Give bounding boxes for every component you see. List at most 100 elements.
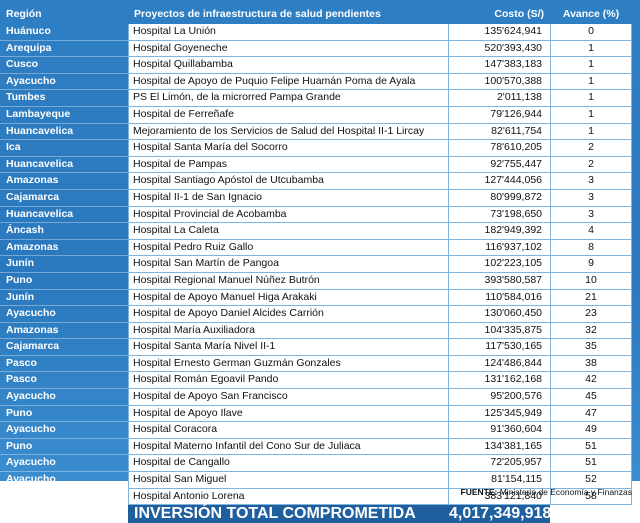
region-cell: Junín xyxy=(0,290,128,307)
table-row: Amazonas Hospital Santiago Apóstol de Utc… xyxy=(0,173,632,190)
cost-cell: 131'162,168 xyxy=(448,372,550,390)
cost-cell: 116'937,102 xyxy=(448,239,550,257)
table-row: Cajamarca Hospital Santa María Nivel II-1… xyxy=(0,339,632,356)
cost-cell: 78'610,205 xyxy=(448,140,550,157)
region-cell: Amazonas xyxy=(0,323,128,340)
region-cell: Amazonas xyxy=(0,240,128,257)
cost-cell: 125'345,949 xyxy=(448,405,550,423)
region-cell: Ayacucho xyxy=(0,306,128,323)
progress-cell: 42 xyxy=(550,372,632,390)
progress-cell: 32 xyxy=(550,322,632,340)
project-cell: Hospital Antonio Lorena xyxy=(128,488,448,506)
project-cell: Hospital Coracora xyxy=(128,422,448,439)
progress-cell: 8 xyxy=(550,239,632,257)
project-cell: Hospital de Apoyo Manuel Higa Arakaki xyxy=(128,289,448,307)
table-row: Junín Hospital de Apoyo Manuel Higa Araka… xyxy=(0,289,632,307)
region-cell: Cajamarca xyxy=(0,339,128,356)
project-cell: Hospital de Apoyo de Puquio Felipe Huamá… xyxy=(128,73,448,91)
header-project: Proyectos de infraestructura de salud pe… xyxy=(134,8,381,20)
region-cell: Pasco xyxy=(0,372,128,390)
cost-cell: 72'205,957 xyxy=(448,455,550,473)
table-row: Amazonas Hospital María Auxiliadora 104'33… xyxy=(0,322,632,340)
cost-cell: 393'580,587 xyxy=(448,272,550,290)
table-header-row: Región Proyectos de infraestructura de s… xyxy=(0,4,632,24)
cost-cell: 124'486,844 xyxy=(448,355,550,373)
table-row: Amazonas Hospital Pedro Ruiz Gallo 116'937… xyxy=(0,239,632,257)
project-cell: Hospital La Unión xyxy=(128,24,448,41)
table-row: Huancavelica Mejoramiento de los Servicio… xyxy=(0,123,632,141)
project-cell: Hospital La Caleta xyxy=(128,223,448,240)
progress-cell: 2 xyxy=(550,140,632,157)
total-row: INVERSIÓN TOTAL COMPROMETIDA 4,017,349,9… xyxy=(0,505,632,523)
project-cell: Hospital de Apoyo San Francisco xyxy=(128,389,448,406)
table-row: Cusco Hospital Quillabamba 147'383,183 1 xyxy=(0,57,632,74)
cost-cell: 130'060,450 xyxy=(448,306,550,323)
table-row: Tumbes PS El Limón, de la microrred Pampa… xyxy=(0,90,632,107)
cost-cell: 100'570,388 xyxy=(448,73,550,91)
cost-cell: 102'223,105 xyxy=(448,256,550,273)
table-row: Junín Hospital San Martín de Pangoa 102'22… xyxy=(0,256,632,273)
progress-cell: 4 xyxy=(550,223,632,240)
cost-cell: 91'360,604 xyxy=(448,422,550,439)
progress-cell: 1 xyxy=(550,73,632,91)
total-value: 4,017,349,918 xyxy=(448,505,552,523)
progress-cell: 1 xyxy=(550,106,632,124)
progress-cell: 45 xyxy=(550,389,632,406)
table-row: Cajamarca Hospital II-1 de San Ignacio 80'… xyxy=(0,189,632,207)
region-cell: Ayacucho xyxy=(0,74,128,91)
region-cell: Ayacucho xyxy=(0,422,128,439)
cost-cell: 73'198,650 xyxy=(448,206,550,224)
table-row: Pasco Hospital Román Egoavil Pando 131'162… xyxy=(0,372,632,390)
project-cell: Hospital Santa María Nivel II-1 xyxy=(128,339,448,356)
total-label: INVERSIÓN TOTAL COMPROMETIDA xyxy=(128,505,448,523)
region-cell: Ica xyxy=(0,140,128,157)
progress-cell: 49 xyxy=(550,422,632,439)
table-row: Arequipa Hospital Goyeneche 520'393,430 1 xyxy=(0,40,632,58)
region-cell: Tumbes xyxy=(0,90,128,107)
table-row: Ayacucho Hospital de Apoyo San Francisco 9… xyxy=(0,389,632,406)
project-cell: Hospital de Apoyo Ilave xyxy=(128,405,448,423)
health-projects-table: Región Proyectos de infraestructura de s… xyxy=(0,4,632,523)
region-cell: Lambayeque xyxy=(0,107,128,124)
progress-cell: 1 xyxy=(550,123,632,141)
progress-cell: 3 xyxy=(550,173,632,190)
cost-cell: 147'383,183 xyxy=(448,57,550,74)
cost-cell: 134'381,165 xyxy=(448,438,550,456)
source-label: FUENTE: xyxy=(460,487,498,497)
table-row: Ica Hospital Santa María del Socorro 78'61… xyxy=(0,140,632,157)
cost-cell: 82'611,754 xyxy=(448,123,550,141)
region-cell: Huancavelica xyxy=(0,124,128,141)
region-cell: Áncash xyxy=(0,223,128,240)
progress-cell: 9 xyxy=(550,256,632,273)
table-row: Ayacucho Hospital de Apoyo de Puquio Feli… xyxy=(0,73,632,91)
region-cell: Cusco xyxy=(0,57,128,74)
cost-cell: 79'126,944 xyxy=(448,106,550,124)
cost-cell: 182'949,392 xyxy=(448,223,550,240)
progress-cell: 1 xyxy=(550,90,632,107)
progress-cell: 23 xyxy=(550,306,632,323)
source-note: FUENTE: Ministerio de Economía y Finanza… xyxy=(461,487,633,497)
region-cell: Huánuco xyxy=(0,24,128,41)
region-cell: Puno xyxy=(0,273,128,290)
table-row: Áncash Hospital La Caleta 182'949,392 4 xyxy=(0,223,632,240)
region-cell: Ayacucho xyxy=(0,389,128,406)
header-progress: Avance (%) xyxy=(562,8,620,20)
project-cell: Hospital Román Egoavil Pando xyxy=(128,372,448,390)
progress-cell: 21 xyxy=(550,289,632,307)
progress-cell: 1 xyxy=(550,57,632,74)
project-cell: PS El Limón, de la microrred Pampa Grand… xyxy=(128,90,448,107)
project-cell: Hospital San Miguel xyxy=(128,472,448,489)
infographic-panel: Región Proyectos de infraestructura de s… xyxy=(0,0,640,523)
cost-cell: 520'393,430 xyxy=(448,40,550,58)
total-spacer xyxy=(0,505,128,523)
progress-cell: 3 xyxy=(550,189,632,207)
cost-cell: 110'584,016 xyxy=(448,289,550,307)
region-cell: Puno xyxy=(0,406,128,423)
progress-cell: 1 xyxy=(550,40,632,58)
table-row: Huancavelica Hospital de Pampas 92'755,447… xyxy=(0,156,632,174)
region-cell: Huancavelica xyxy=(0,157,128,174)
project-cell: Hospital Santa María del Socorro xyxy=(128,140,448,157)
cost-cell: 80'999,872 xyxy=(448,189,550,207)
progress-cell: 51 xyxy=(550,455,632,473)
region-cell: Cusco xyxy=(0,489,128,506)
